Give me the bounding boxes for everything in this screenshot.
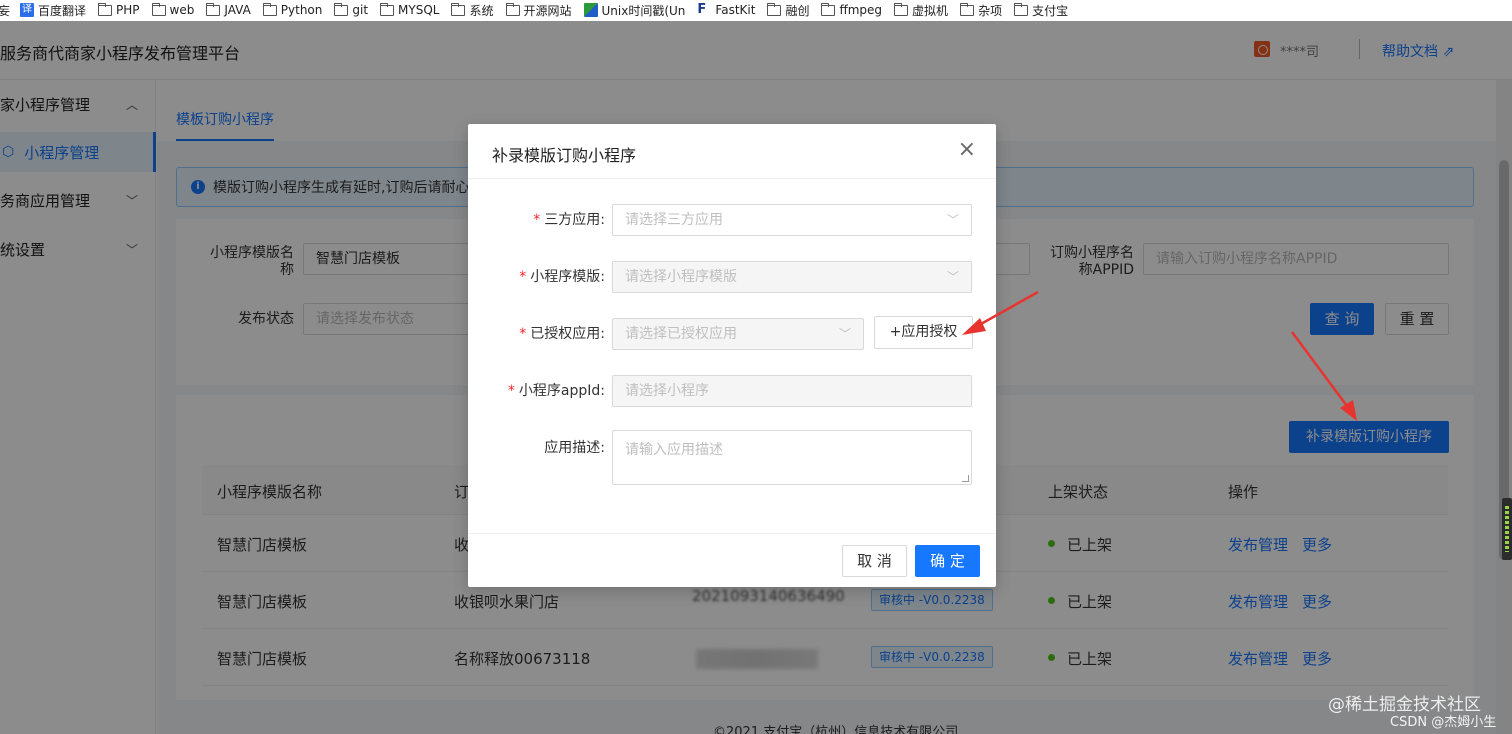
- chevron-down-icon: ﹀: [946, 270, 959, 284]
- bookmark-label: ffmpeg: [839, 3, 883, 17]
- bookmark-label: 百度翻译: [38, 3, 87, 18]
- required-mark: *: [519, 326, 527, 342]
- bookmark-folder[interactable]: 杂项: [960, 2, 1002, 19]
- folder-icon: [151, 2, 166, 16]
- appid-select[interactable]: 请选择小程序: [612, 375, 972, 407]
- bookmark-item[interactable]: F FastKit: [697, 2, 756, 18]
- folder-icon: [894, 2, 909, 16]
- bookmark-folder[interactable]: JAVA: [206, 2, 251, 17]
- template-select[interactable]: 请选择小程序模版 ﹀: [612, 261, 972, 293]
- bookmark-folder[interactable]: PHP: [98, 2, 140, 17]
- folder-icon: [1014, 2, 1029, 16]
- bookmark-folder[interactable]: 系统: [451, 2, 494, 19]
- folder-icon: [505, 2, 520, 16]
- bookmark-label: 融创: [785, 3, 810, 18]
- bookmark-label: 妄: [0, 3, 11, 18]
- bookmark-label: web: [169, 3, 195, 17]
- bookmark-label: PHP: [116, 3, 140, 17]
- modal-footer: 取 消 确 定: [468, 533, 996, 587]
- select-placeholder: 请选择三方应用: [625, 212, 723, 228]
- folder-icon: [821, 2, 836, 16]
- authorized-app-label: * 已授权应用:: [465, 318, 605, 350]
- bookmark-folder[interactable]: 融创: [767, 2, 809, 19]
- third-party-label: * 三方应用:: [465, 204, 605, 236]
- field-label: 已授权应用:: [530, 326, 605, 342]
- bookmark-label: git: [352, 3, 369, 17]
- folder-icon: [206, 2, 221, 16]
- select-placeholder: 请选择小程序模版: [625, 269, 737, 285]
- field-label: 小程序appId:: [518, 383, 605, 399]
- bookmark-folder[interactable]: ffmpeg: [821, 2, 883, 17]
- app-description-textarea[interactable]: 请输入应用描述: [612, 430, 972, 485]
- folder-icon: [98, 2, 113, 16]
- bookmark-folder[interactable]: web: [151, 2, 195, 17]
- add-template-order-modal: 补录模版订购小程序 × * 三方应用: 请选择三方应用 ﹀ * 小程序模版: 请选择…: [468, 124, 996, 587]
- folder-icon: [262, 2, 277, 16]
- folder-icon: [767, 2, 782, 16]
- bookmark-label: FastKit: [715, 3, 756, 17]
- bookmark-label: 支付宝: [1032, 3, 1069, 18]
- folder-icon: [960, 2, 975, 16]
- select-placeholder: 请选择小程序: [625, 383, 709, 399]
- folder-icon: [380, 2, 395, 16]
- watermark-csdn: CSDN @杰姆小生: [1390, 715, 1497, 730]
- fastkit-icon: F: [697, 2, 707, 17]
- modal-title: 补录模版订购小程序: [492, 146, 637, 165]
- bookmark-label: 系统: [469, 3, 494, 18]
- resize-handle-icon[interactable]: [962, 475, 969, 482]
- bookmark-label: MYSQL: [398, 3, 440, 17]
- template-label: * 小程序模版:: [465, 261, 605, 293]
- modal-header: 补录模版订购小程序 ×: [468, 124, 996, 179]
- chevron-down-icon: ﹀: [946, 213, 959, 227]
- bookmark-label: 虚拟机: [912, 3, 949, 18]
- app-authorize-button[interactable]: +应用授权: [874, 316, 973, 349]
- textarea-placeholder: 请输入应用描述: [625, 442, 723, 458]
- bookmark-label: 开源网站: [523, 3, 572, 18]
- bookmarks-bar: 妄 译百度翻译 PHP web JAVA Python git MYSQL 系统…: [0, 0, 1512, 20]
- chevron-down-icon: ﹀: [838, 327, 851, 341]
- level-meter-icon: [1502, 498, 1512, 560]
- appid-label: * 小程序appId:: [465, 375, 605, 407]
- field-label: 三方应用:: [544, 212, 605, 228]
- translate-icon: 译: [20, 3, 35, 17]
- field-label: 小程序模版:: [530, 269, 605, 285]
- third-party-select[interactable]: 请选择三方应用 ﹀: [612, 204, 972, 236]
- required-mark: *: [507, 383, 515, 399]
- cancel-button[interactable]: 取 消: [842, 545, 907, 577]
- folder-icon: [334, 2, 349, 16]
- authorized-app-select[interactable]: 请选择已授权应用 ﹀: [612, 318, 864, 350]
- desc-label: 应用描述:: [544, 440, 605, 456]
- bookmark-folder[interactable]: 开源网站: [505, 2, 572, 19]
- bookmark-label: 杂项: [978, 3, 1003, 18]
- bookmark-folder[interactable]: 虚拟机: [894, 2, 948, 19]
- bookmark-label: Unix时间戳(Un: [601, 3, 686, 18]
- close-icon[interactable]: ×: [958, 138, 976, 162]
- confirm-button[interactable]: 确 定: [915, 545, 980, 577]
- required-mark: *: [533, 212, 541, 228]
- bookmark-folder[interactable]: Python: [262, 2, 323, 17]
- bookmark-label: JAVA: [224, 3, 251, 17]
- bookmark-label: Python: [280, 3, 323, 17]
- bookmark-item[interactable]: 译百度翻译: [20, 2, 86, 19]
- bookmark-folder[interactable]: 支付宝: [1014, 2, 1068, 19]
- bookmark-folder[interactable]: git: [334, 2, 369, 17]
- folder-icon: [451, 2, 466, 16]
- bookmark-folder[interactable]: MYSQL: [380, 2, 440, 17]
- bookmark-item[interactable]: Unix时间戳(Un: [583, 2, 686, 19]
- required-mark: *: [519, 269, 527, 285]
- select-placeholder: 请选择已授权应用: [625, 326, 737, 342]
- unix-icon: [583, 3, 598, 17]
- bookmark-item[interactable]: 妄: [0, 2, 10, 19]
